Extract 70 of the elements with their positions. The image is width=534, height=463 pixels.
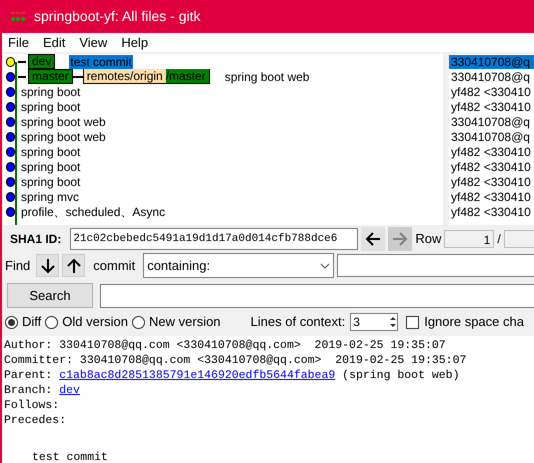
- commit-message[interactable]: spring boot: [20, 100, 82, 114]
- commit-author[interactable]: 330410708@q: [449, 130, 534, 144]
- commit-message[interactable]: spring boot: [20, 144, 82, 158]
- commit-author[interactable]: yf482 <330410: [449, 174, 534, 188]
- find-mode-dropdown[interactable]: containing:: [143, 253, 334, 278]
- context-label: Lines of context:: [250, 313, 346, 332]
- menu-item[interactable]: Edit: [42, 32, 66, 52]
- spin-arrows-icon: [389, 315, 398, 329]
- commit-author[interactable]: yf482 <330410: [449, 204, 534, 218]
- commit-author[interactable]: 330410708@q: [449, 54, 534, 68]
- menu-item[interactable]: File: [8, 32, 29, 52]
- commit-message[interactable]: spring boot: [20, 174, 82, 188]
- commit-message[interactable]: spring boot: [20, 84, 82, 98]
- view-mode-label[interactable]: Old version: [62, 312, 128, 332]
- commit-message[interactable]: spring boot web: [224, 70, 310, 84]
- find-field[interactable]: [337, 254, 534, 277]
- commit-author[interactable]: 330410708@q: [449, 114, 534, 128]
- row-label: Row: [415, 230, 442, 248]
- menu-item[interactable]: Help: [121, 32, 148, 52]
- detail-line: Branch: dev: [4, 383, 80, 398]
- commit-message[interactable]: spring boot: [20, 160, 82, 174]
- view-mode-label[interactable]: New version: [149, 312, 221, 332]
- commit-message[interactable]: test commit: [69, 54, 133, 68]
- arrow-up-icon: [66, 258, 81, 274]
- arrow-right-icon: [392, 232, 408, 246]
- view-mode-label[interactable]: Diff: [22, 312, 42, 332]
- context-spinbox[interactable]: 3: [350, 313, 398, 331]
- find-up-button[interactable]: [62, 254, 86, 277]
- row-field[interactable]: 1: [444, 230, 494, 248]
- sha-label: SHA1 ID:: [10, 231, 62, 248]
- menu-item[interactable]: View: [79, 32, 108, 52]
- ignore-space-checkbox[interactable]: [406, 316, 420, 328]
- detail-line: Committer: 330410708@qq.com <330410708@qq.com> 2019-02-25 19:35:07: [4, 353, 466, 368]
- commit-author[interactable]: 330410708@q: [449, 70, 534, 84]
- branch-tag: master: [28, 69, 73, 84]
- search-field[interactable]: [100, 284, 534, 308]
- arrow-down-icon: [40, 258, 55, 274]
- detail-line: Parent: c1ab8ac8d2851385791e146920edfb5644fabea9 (spring boot web): [4, 368, 460, 383]
- view-mode-radio[interactable]: [5, 316, 18, 328]
- back-button[interactable]: [361, 227, 386, 251]
- row-total-field: [504, 230, 534, 248]
- commit-message[interactable]: spring mvc: [20, 190, 80, 204]
- commit-message-text: test commit: [31, 450, 108, 463]
- detail-line: Follows:: [4, 398, 60, 413]
- commit-link[interactable]: c1ab8ac8d2851385791e146920edfb5644fabea9: [59, 369, 336, 382]
- find-type-label: commit: [93, 256, 136, 275]
- commit-message[interactable]: profile、scheduled、Async: [20, 204, 166, 218]
- detail-line: Precedes:: [4, 413, 66, 428]
- row-separator: /: [497, 231, 501, 248]
- chevron-down-icon: [320, 262, 330, 268]
- branch-tag: dev: [28, 54, 56, 69]
- commit-link[interactable]: dev: [59, 384, 80, 397]
- commit-message[interactable]: spring boot web: [20, 130, 107, 144]
- search-button[interactable]: Search: [7, 283, 93, 308]
- app-icon: [10, 12, 26, 22]
- view-mode-radio[interactable]: [45, 316, 58, 328]
- window-title: springboot-yf: All files - gitk: [34, 7, 201, 26]
- commit-author[interactable]: yf482 <330410: [449, 144, 534, 158]
- view-mode-radio[interactable]: [132, 316, 146, 328]
- commit-author[interactable]: yf482 <330410: [449, 190, 534, 204]
- find-label: Find: [5, 256, 30, 275]
- detail-line: Author: 330410708@qq.com <330410708@qq.com> 2019-02-25 19:35:07: [4, 338, 446, 353]
- commit-author[interactable]: yf482 <330410: [449, 100, 534, 114]
- commit-message[interactable]: spring boot web: [20, 114, 107, 128]
- find-down-button[interactable]: [36, 254, 60, 277]
- ignore-space-label[interactable]: Ignore space cha: [424, 312, 524, 332]
- sha-field[interactable]: 21c02cbebedc5491a19d1d17a0d014cfb788dce6: [70, 228, 358, 250]
- arrow-left-icon: [365, 232, 382, 246]
- commit-author[interactable]: yf482 <330410: [449, 84, 534, 98]
- commit-author[interactable]: yf482 <330410: [449, 160, 534, 174]
